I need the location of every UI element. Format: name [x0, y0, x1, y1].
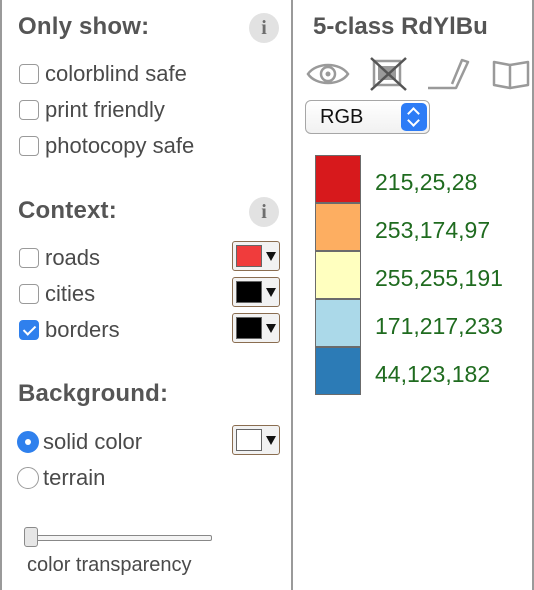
borders-color-picker[interactable]	[232, 313, 280, 343]
transparency-slider-track[interactable]	[24, 535, 212, 541]
dropdown-arrow-icon	[266, 251, 276, 261]
background-heading: Background:	[18, 380, 169, 407]
class-5-value: 44,123,182	[375, 361, 491, 387]
class-2-value: 253,174,97	[375, 217, 491, 243]
cities-label: cities	[45, 281, 96, 306]
class-1-value: 215,25,28	[375, 169, 478, 195]
borders-color-swatch	[236, 317, 262, 339]
roads-color-swatch	[236, 245, 262, 267]
crossed-out-screen-icon[interactable]	[366, 56, 410, 92]
colorblind-safe-label: colorblind safe	[45, 61, 187, 86]
filter-photocopy-safe[interactable]: photocopy safe	[19, 131, 194, 161]
context-borders[interactable]: borders	[19, 315, 120, 345]
transparency-slider-handle[interactable]	[24, 527, 38, 547]
terrain-label: terrain	[43, 465, 106, 490]
solid-color-label: solid color	[43, 429, 143, 454]
class-4-swatch[interactable]	[315, 299, 361, 347]
class-3-value: 255,255,191	[375, 265, 503, 291]
print-friendly-label: print friendly	[45, 97, 165, 122]
terrain-radio[interactable]	[17, 467, 39, 489]
context-info-icon[interactable]: i	[249, 197, 279, 227]
dropdown-arrow-icon	[266, 287, 276, 297]
borders-checkbox[interactable]	[19, 320, 39, 340]
class-3-swatch[interactable]	[315, 251, 361, 299]
only-show-heading: Only show:	[18, 13, 150, 40]
color-format-select[interactable]: RGB	[305, 100, 430, 134]
cities-color-swatch	[236, 281, 262, 303]
select-stepper-icon[interactable]	[401, 103, 427, 131]
solid-color-radio[interactable]	[17, 431, 39, 453]
photocopy-safe-label: photocopy safe	[45, 133, 195, 158]
roads-label: roads	[45, 245, 101, 270]
background-color-picker[interactable]	[232, 425, 280, 455]
only-show-info-icon[interactable]: i	[249, 13, 279, 43]
book-icon[interactable]	[490, 56, 534, 92]
background-solid-color[interactable]: solid color	[17, 427, 142, 457]
scheme-title: 5-class RdYlBu	[313, 13, 488, 40]
class-1-swatch[interactable]	[315, 155, 361, 203]
borders-label: borders	[45, 317, 120, 342]
class-4-value: 171,217,233	[375, 313, 503, 339]
background-color-swatch	[236, 429, 262, 451]
filter-print-friendly[interactable]: print friendly	[19, 95, 165, 125]
column-divider	[291, 0, 293, 590]
context-heading: Context:	[18, 197, 117, 224]
roads-color-picker[interactable]	[232, 241, 280, 271]
context-roads[interactable]: roads	[19, 243, 100, 273]
photocopy-safe-checkbox[interactable]	[19, 136, 39, 156]
class-2-swatch[interactable]	[315, 203, 361, 251]
transparency-label: color transparency	[27, 554, 192, 576]
cities-color-picker[interactable]	[232, 277, 280, 307]
print-friendly-checkbox[interactable]	[19, 100, 39, 120]
class-5-swatch[interactable]	[315, 347, 361, 395]
colorblind-safe-checkbox[interactable]	[19, 64, 39, 84]
background-terrain[interactable]: terrain	[17, 463, 105, 493]
cities-checkbox[interactable]	[19, 284, 39, 304]
roads-checkbox[interactable]	[19, 248, 39, 268]
dropdown-arrow-icon	[266, 323, 276, 333]
filter-colorblind-safe[interactable]: colorblind safe	[19, 59, 187, 89]
context-cities[interactable]: cities	[19, 279, 95, 309]
laptop-icon[interactable]	[426, 56, 470, 92]
dropdown-arrow-icon	[266, 435, 276, 445]
eye-icon[interactable]	[306, 56, 350, 92]
color-format-value: RGB	[320, 106, 364, 128]
